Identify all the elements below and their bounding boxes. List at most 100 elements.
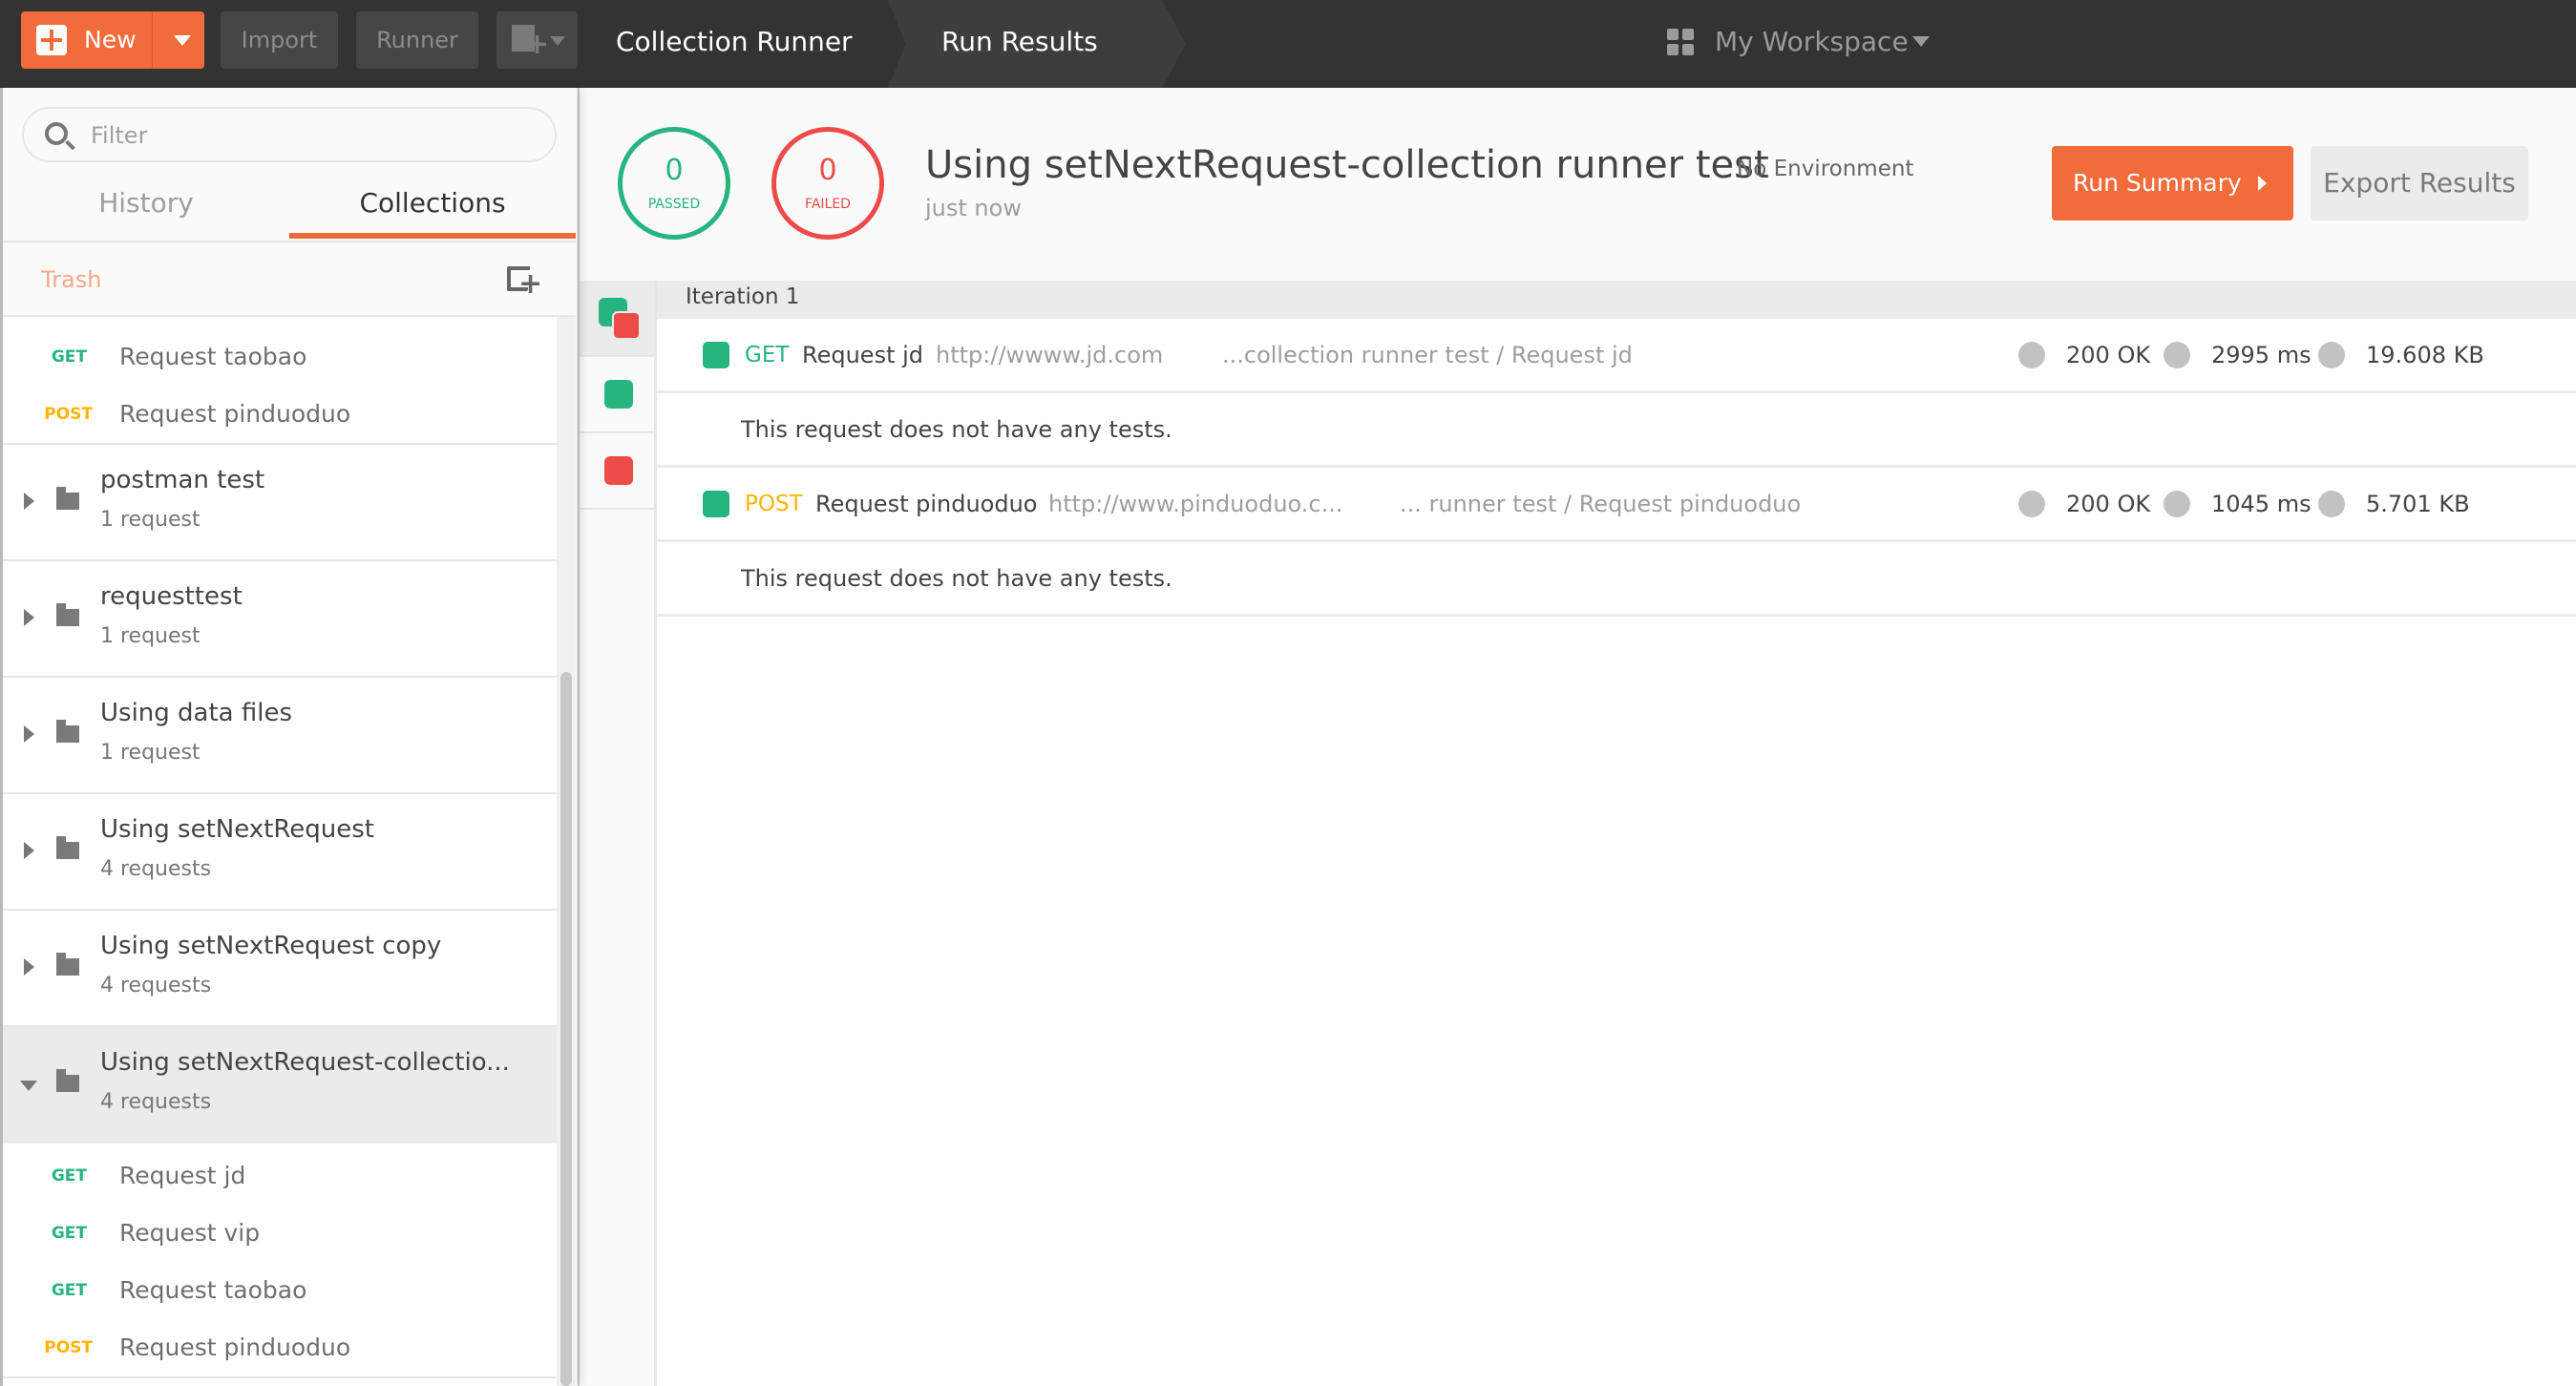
chevron-down-icon: [550, 36, 565, 46]
request-name: Request vip: [119, 1219, 261, 1247]
list-item[interactable]: POST Request pinduoduo: [3, 386, 557, 443]
failed-count: 0: [818, 154, 837, 187]
collection-item[interactable]: Using setNextRequest copy 4 requests: [3, 911, 557, 1027]
results-list: GET Request jd http://wwww.jd.com ...col…: [657, 319, 2576, 1386]
passed-label: PASSED: [647, 197, 701, 212]
request-name: Request pinduoduo: [815, 491, 1038, 517]
collection-item-selected[interactable]: Using setNextRequest-collectio... 4 requ…: [3, 1027, 557, 1144]
list-item[interactable]: GET Request vip: [3, 1205, 557, 1262]
collection-item[interactable]: requesttest 1 request: [3, 561, 557, 678]
collection-item[interactable]: Using setNextRequest 4 requests: [3, 794, 557, 911]
tab-collections[interactable]: Collections: [289, 179, 576, 239]
filter-field[interactable]: [22, 107, 557, 162]
collection-name: Using setNextRequest copy: [100, 932, 442, 960]
sidebar-scrollbar[interactable]: [557, 317, 576, 1386]
folder-icon: [56, 603, 79, 626]
collection-item[interactable]: postman test 1 request: [3, 445, 557, 561]
top-bar: New Import Runner Collection Runner Run …: [0, 0, 2576, 88]
new-button-divider: [152, 11, 153, 69]
collection-name: postman test: [100, 466, 265, 494]
collection-name: Using setNextRequest-collectio...: [100, 1048, 510, 1077]
trash-link[interactable]: Trash: [41, 242, 101, 317]
workspace-grid-icon: [1667, 29, 1694, 55]
list-item[interactable]: GET Request taobao: [3, 1262, 557, 1319]
scrollbar-thumb[interactable]: [560, 672, 572, 1386]
divider: [3, 1376, 557, 1378]
iteration-status-passed[interactable]: [580, 357, 654, 433]
request-method: GET: [745, 343, 790, 368]
iteration-label: Iteration 1: [686, 284, 800, 309]
request-path: ...collection runner test / Request jd: [1222, 342, 1633, 368]
no-tests-text: This request does not have any tests.: [741, 416, 1172, 443]
folder-icon: [56, 953, 79, 976]
workspace-selector[interactable]: My Workspace: [1715, 0, 1909, 84]
run-summary-button[interactable]: Run Summary: [2052, 146, 2293, 220]
passed-status-icon: [604, 380, 633, 409]
request-method: POST: [44, 405, 93, 424]
caret-right-icon[interactable]: [24, 609, 34, 626]
passed-counter: 0 PASSED: [618, 127, 730, 240]
iteration-status-failed[interactable]: [580, 433, 654, 510]
tab-history[interactable]: History: [3, 179, 289, 239]
list-item[interactable]: GET Request taobao: [3, 328, 557, 386]
request-url: http://wwww.jd.com: [936, 342, 1164, 368]
request-name: Request pinduoduo: [119, 400, 351, 428]
collections-list: GET Request taobao POST Request pinduodu…: [3, 317, 557, 1386]
caret-right-icon[interactable]: [24, 493, 34, 510]
request-name: Request taobao: [119, 343, 307, 370]
list-item[interactable]: POST Request pinduoduo: [3, 1319, 557, 1376]
request-method: POST: [44, 1338, 93, 1357]
request-method: GET: [51, 1166, 87, 1186]
new-dropdown-caret-icon[interactable]: [174, 35, 191, 46]
response-time-text: 1045 ms: [2211, 491, 2312, 517]
no-tests-text: This request does not have any tests.: [741, 565, 1172, 592]
new-window-button[interactable]: [496, 11, 578, 69]
time-dot-icon: [2164, 342, 2190, 368]
new-collection-icon[interactable]: [507, 266, 542, 299]
collection-name: Using setNextRequest: [100, 815, 374, 844]
caret-down-icon[interactable]: [20, 1081, 37, 1091]
iteration-status-summary[interactable]: [580, 281, 654, 357]
caret-right-icon[interactable]: [24, 842, 34, 859]
request-name: Request pinduoduo: [119, 1334, 351, 1361]
collection-count: 1 request: [100, 741, 201, 765]
filter-input[interactable]: [91, 115, 539, 157]
caret-right-icon[interactable]: [24, 958, 34, 976]
no-tests-row: This request does not have any tests.: [657, 542, 2576, 617]
request-status-icon: [703, 491, 729, 517]
chevron-down-icon[interactable]: [1912, 36, 1930, 47]
request-method: GET: [51, 1224, 87, 1243]
tab-collection-runner[interactable]: Collection Runner: [578, 0, 853, 88]
run-timestamp: just now: [925, 195, 1022, 221]
export-results-button[interactable]: Export Results: [2311, 146, 2528, 220]
response-size-text: 5.701 KB: [2366, 491, 2470, 517]
chevron-right-icon: [2258, 176, 2267, 191]
run-summary-label: Run Summary: [2073, 169, 2242, 197]
new-button[interactable]: New: [21, 11, 204, 69]
request-name: Request jd: [119, 1162, 246, 1189]
response-size-text: 19.608 KB: [2366, 342, 2484, 368]
failed-status-icon: [612, 311, 641, 340]
runner-button[interactable]: Runner: [356, 11, 478, 69]
folder-icon: [56, 1069, 79, 1092]
iteration-header: Iteration 1: [657, 281, 2576, 319]
collection-count: 1 request: [100, 508, 201, 532]
caret-right-icon[interactable]: [24, 725, 34, 743]
list-item[interactable]: GET Request jd: [3, 1147, 557, 1205]
collection-item[interactable]: Using data files 1 request: [3, 678, 557, 794]
import-button[interactable]: Import: [221, 11, 338, 69]
run-results-panel: 0 PASSED 0 FAILED Using setNextRequest-c…: [578, 88, 2576, 1386]
status-dot-icon: [2018, 342, 2045, 368]
run-title: Using setNextRequest-collection runner t…: [925, 143, 1769, 187]
size-dot-icon: [2318, 491, 2345, 517]
tab-run-results[interactable]: Run Results: [941, 0, 1098, 88]
response-status-text: 200 OK: [2066, 342, 2151, 368]
result-row[interactable]: GET Request jd http://wwww.jd.com ...col…: [657, 319, 2576, 393]
request-status-icon: [703, 342, 729, 368]
result-row[interactable]: POST Request pinduoduo http://www.pinduo…: [657, 468, 2576, 542]
no-tests-row: This request does not have any tests.: [657, 393, 2576, 468]
passed-count: 0: [665, 154, 684, 187]
iteration-status-column: [580, 281, 657, 1386]
failed-counter: 0 FAILED: [771, 127, 884, 240]
collection-count: 4 requests: [100, 974, 212, 998]
